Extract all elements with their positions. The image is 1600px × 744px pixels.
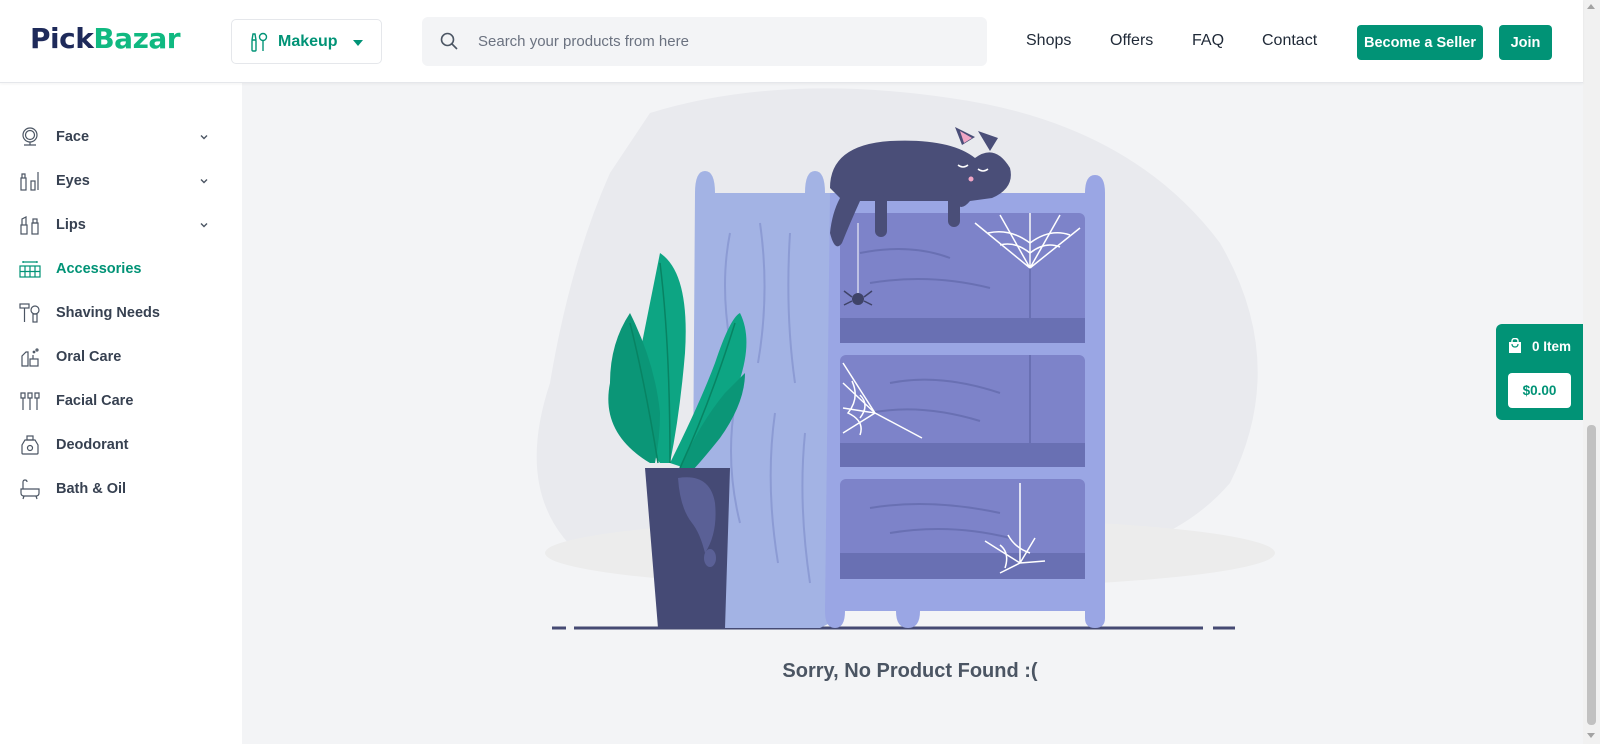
nav-shops[interactable]: Shops	[1026, 32, 1071, 50]
sidebar-item-label: Shaving Needs	[56, 305, 160, 321]
nav-contact[interactable]: Contact	[1262, 32, 1317, 50]
brand-logo[interactable]: PickBazar	[30, 22, 181, 55]
top-header: PickBazar Makeup Shops Offers FAQ Contac…	[0, 0, 1583, 83]
category-select[interactable]: Makeup	[231, 19, 382, 64]
shopping-bag-icon	[1509, 338, 1521, 353]
join-button[interactable]: Join	[1499, 25, 1552, 60]
scrollbar-thumb[interactable]	[1587, 425, 1596, 725]
lipstick-icon	[20, 216, 39, 235]
page-scrollbar[interactable]	[1583, 0, 1600, 744]
empty-state-message: Sorry, No Product Found :(	[782, 660, 1038, 682]
sidebar-item-eyes[interactable]: Eyes	[19, 169, 209, 193]
sidebar-item-lips[interactable]: Lips	[19, 213, 209, 237]
sidebar-item-oral-care[interactable]: Oral Care	[19, 345, 209, 369]
empty-state-illustration	[536, 88, 1275, 630]
scroll-down-arrow-icon[interactable]	[1587, 733, 1595, 738]
cart-total[interactable]: $0.00	[1508, 373, 1571, 408]
nav-faq[interactable]: FAQ	[1192, 32, 1224, 50]
sidebar-item-deodorant[interactable]: Deodorant	[19, 433, 209, 457]
chevron-down-icon[interactable]	[199, 132, 209, 142]
sidebar-item-label: Bath & Oil	[56, 481, 127, 497]
sidebar-item-shaving-needs[interactable]: Shaving Needs	[19, 301, 209, 325]
sidebar-item-label: Eyes	[56, 173, 90, 189]
chevron-down-icon[interactable]	[199, 220, 209, 230]
search-input[interactable]	[478, 17, 968, 66]
search-bar	[422, 17, 987, 66]
sidebar-item-label: Accessories	[56, 261, 142, 277]
facial-brushes-icon	[20, 392, 40, 410]
sidebar-item-label: Deodorant	[56, 437, 129, 453]
category-sidebar: Face Eyes Lips Accessories Shaving Needs…	[0, 83, 242, 744]
become-seller-button[interactable]: Become a Seller	[1357, 25, 1483, 60]
sidebar-item-facial-care[interactable]: Facial Care	[19, 389, 209, 413]
sidebar-item-accessories[interactable]: Accessories	[19, 257, 209, 281]
face-mirror-icon	[22, 127, 38, 146]
category-select-value: Makeup	[278, 32, 338, 50]
sidebar-item-face[interactable]: Face	[19, 125, 209, 149]
cart-count[interactable]: 0 Item	[1508, 338, 1571, 354]
razor-icon	[19, 303, 40, 323]
bathtub-icon	[20, 479, 40, 500]
palette-icon	[19, 261, 41, 278]
toothbrush-icon	[21, 348, 39, 367]
chevron-down-icon[interactable]	[199, 176, 209, 186]
deodorant-bottle-icon	[21, 435, 39, 455]
eyes-makeup-icon	[20, 172, 39, 191]
scroll-up-arrow-icon[interactable]	[1587, 4, 1595, 9]
brand-logo-part1: Pick	[30, 22, 94, 55]
chevron-down-icon	[353, 40, 363, 46]
brand-logo-part2: Bazar	[93, 22, 181, 55]
cart-widget[interactable]: 0 Item $0.00	[1496, 324, 1584, 420]
nav-offers[interactable]: Offers	[1110, 32, 1153, 50]
sidebar-item-label: Lips	[56, 217, 86, 233]
sidebar-item-label: Face	[56, 129, 90, 145]
search-icon[interactable]	[440, 32, 458, 50]
sidebar-item-label: Oral Care	[56, 349, 122, 365]
sidebar-item-bath-oil[interactable]: Bath & Oil	[19, 477, 209, 501]
sidebar-item-label: Facial Care	[56, 393, 134, 409]
cart-item-count: 0 Item	[1532, 338, 1572, 354]
makeup-brush-icon	[251, 32, 268, 52]
